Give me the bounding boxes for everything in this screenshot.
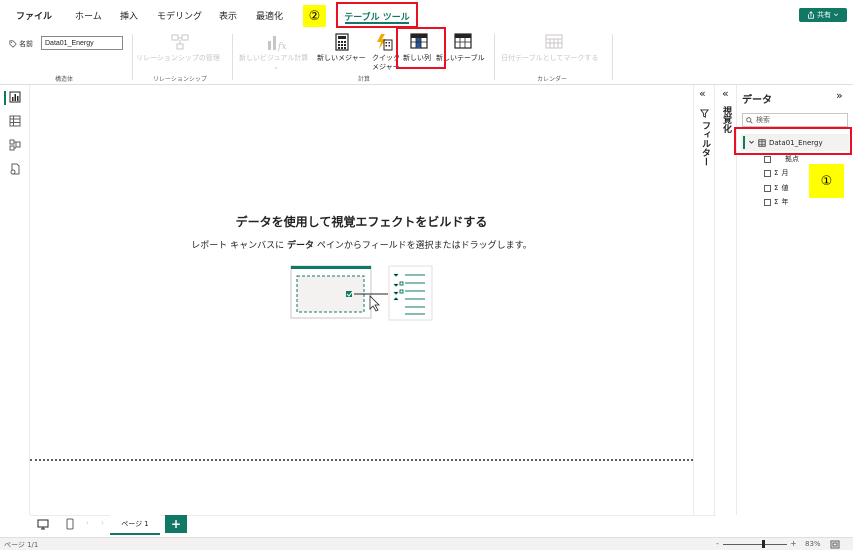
share-button[interactable]: 共有	[799, 8, 847, 22]
zoom-slider-thumb[interactable]	[762, 540, 766, 548]
field-checkbox[interactable]	[764, 155, 771, 163]
collapse-data-pane-icon[interactable]: »	[836, 89, 843, 102]
field-row[interactable]: Σ 月	[764, 168, 788, 178]
group-label-relationships: リレーションシップ	[153, 76, 207, 83]
top-menu: ファイル ホーム 挿入 モデリング 表示 最適化 ② テーブル ツール 共有	[0, 0, 853, 30]
status-bar: ページ 1/1 - + 83%	[0, 537, 853, 550]
field-row[interactable]: Σ 年	[764, 197, 788, 207]
canvas-headline: データを使用して視覚エフェクトをビルドする	[235, 215, 488, 229]
field-checkbox[interactable]	[764, 184, 771, 192]
svg-text:fx: fx	[277, 42, 286, 51]
tag-icon	[9, 40, 17, 48]
menu-home[interactable]: ホーム	[75, 9, 102, 22]
active-view-indicator	[4, 91, 6, 105]
data-pane-title: データ	[742, 95, 772, 106]
zoom-level: 83%	[805, 540, 821, 548]
calendar-icon	[545, 34, 563, 49]
name-label-text: 名前	[19, 40, 33, 48]
badge-two: ②	[303, 5, 326, 27]
field-row[interactable]: 拠点	[764, 154, 799, 164]
filters-pane-collapsed[interactable]: « フィルター	[693, 85, 715, 515]
menu-optimize[interactable]: 最適化	[256, 9, 283, 22]
menu-view[interactable]: 表示	[219, 9, 237, 22]
view-switcher-rail	[0, 85, 30, 515]
name-label: 名前	[9, 39, 33, 49]
canvas-instructions-bold: データ	[286, 241, 314, 251]
group-label-structure: 構造体	[55, 76, 74, 83]
table-item-highlight	[734, 127, 852, 155]
table-name-input[interactable]	[41, 36, 123, 50]
expand-visualizations-icon[interactable]: «	[722, 87, 729, 100]
canvas-instructions-part1: レポート キャンバスに	[191, 241, 287, 251]
zoom-in-icon[interactable]: +	[790, 539, 797, 548]
field-row[interactable]: Σ 値	[764, 183, 788, 193]
ribbon-divider	[132, 34, 133, 80]
visualizations-pane-label[interactable]: 視覚化	[720, 106, 733, 133]
mark-date-table-button[interactable]: 日付テーブルとしてマークする	[501, 54, 598, 63]
data-search-box[interactable]: 検索	[742, 113, 848, 127]
report-view-icon[interactable]	[9, 91, 21, 103]
field-label: 年	[781, 198, 789, 206]
field-label: 月	[781, 169, 789, 177]
page-indicator: ページ 1/1	[4, 541, 39, 549]
canvas-instructions-part2: ペインからフィールドを選択またはドラッグします。	[313, 241, 532, 251]
new-visual-calc-button[interactable]: 新しいビジュアル計算	[239, 54, 308, 63]
add-page-button[interactable]: +	[165, 515, 187, 533]
field-checkbox[interactable]	[764, 169, 771, 177]
field-checkbox[interactable]	[764, 198, 771, 206]
tab-table-tools-highlight[interactable]: テーブル ツール	[336, 2, 418, 28]
search-icon	[746, 116, 753, 124]
share-label: 共有	[817, 11, 831, 19]
mobile-layout-icon[interactable]	[66, 518, 74, 530]
new-table-icon	[454, 33, 472, 49]
menu-modeling[interactable]: モデリング	[157, 9, 202, 22]
table-view-icon[interactable]	[9, 115, 21, 127]
menu-file[interactable]: ファイル	[16, 9, 52, 22]
sigma-icon: Σ	[774, 198, 779, 206]
calculator-icon	[335, 33, 349, 51]
desktop-layout-icon[interactable]	[37, 519, 49, 530]
ribbon-divider	[232, 34, 233, 80]
visual-calculation-icon: fx	[268, 36, 286, 51]
new-measure-button[interactable]: 新しいメジャー	[317, 54, 366, 63]
chevron-down-icon: ⌄	[273, 63, 279, 71]
group-label-calculations: 計算	[358, 76, 371, 83]
share-icon	[808, 11, 814, 19]
next-page-icon[interactable]: ›	[101, 519, 104, 527]
quick-measure-icon	[377, 34, 393, 51]
fit-to-page-icon[interactable]	[830, 540, 840, 549]
page-boundary	[30, 459, 693, 461]
canvas-instructions: レポート キャンバスに データ ペインからフィールドを選択またはドラッグします。	[30, 238, 693, 251]
expand-filters-icon[interactable]: «	[699, 87, 706, 100]
dax-query-view-icon[interactable]	[9, 163, 21, 175]
sigma-icon: Σ	[774, 169, 779, 177]
ribbon-divider	[612, 34, 613, 80]
filter-icon	[700, 109, 709, 118]
model-view-icon[interactable]	[9, 139, 21, 151]
active-tab-underline	[345, 22, 409, 24]
page-tab-1[interactable]: ページ 1	[110, 515, 160, 535]
group-label-calendar: カレンダー	[537, 76, 568, 83]
new-column-highlight	[396, 27, 446, 69]
filters-pane-label: フィルター	[700, 121, 710, 166]
menu-insert[interactable]: 挿入	[120, 9, 138, 22]
zoom-slider[interactable]	[723, 544, 787, 545]
badge-one: ①	[809, 164, 844, 198]
field-label: 値	[781, 184, 789, 192]
search-placeholder: 検索	[756, 116, 770, 124]
field-label: 拠点	[785, 155, 799, 163]
manage-relationships-icon	[171, 34, 189, 50]
ribbon-divider	[494, 34, 495, 80]
prev-page-icon[interactable]: ‹	[86, 519, 89, 527]
manage-relationships-button[interactable]: リレーションシップの管理	[136, 54, 220, 63]
chevron-down-icon	[833, 13, 839, 17]
sigma-icon: Σ	[774, 184, 779, 192]
zoom-out-icon[interactable]: -	[716, 539, 719, 548]
drag-illustration	[290, 265, 433, 321]
